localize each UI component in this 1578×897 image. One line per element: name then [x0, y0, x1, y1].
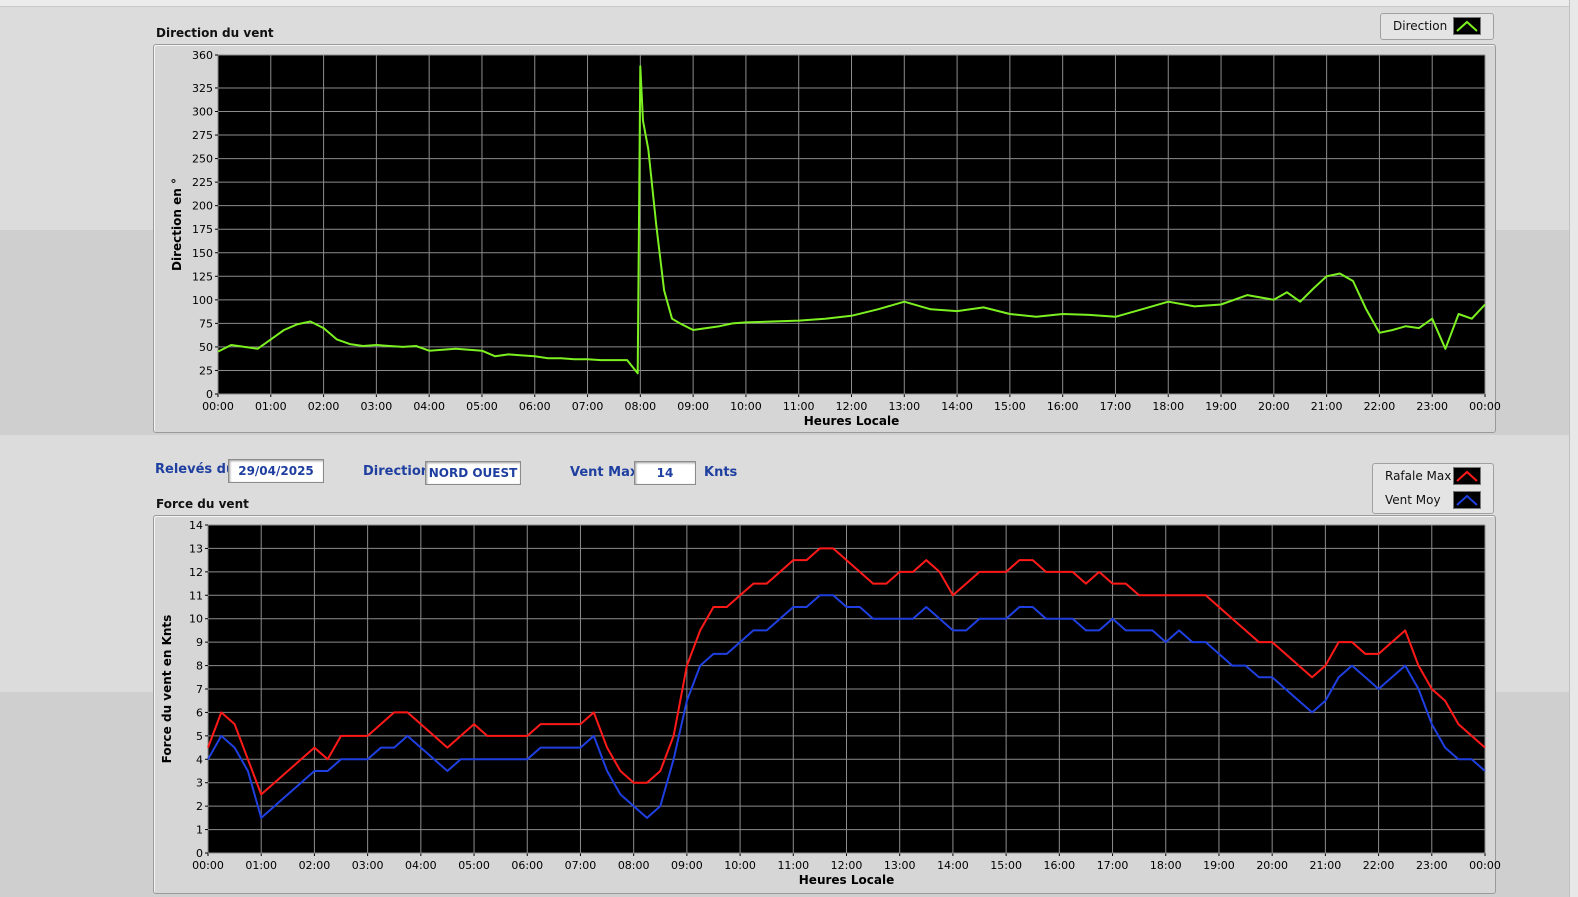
x-tick-label: 23:00: [1416, 859, 1448, 872]
x-tick-label: 13:00: [884, 859, 916, 872]
y-tick-label: 5: [196, 730, 203, 743]
x-tick-label: 08:00: [618, 859, 650, 872]
x-axis-title: Heures Locale: [799, 873, 894, 887]
y-axis-title: Force du vent en Knts: [160, 615, 174, 764]
y-tick-label: 12: [189, 566, 203, 579]
x-tick-label: 15:00: [990, 859, 1022, 872]
x-tick-label: 21:00: [1310, 859, 1342, 872]
x-tick-label: 01:00: [245, 859, 277, 872]
x-tick-label: 16:00: [1043, 859, 1075, 872]
y-tick-label: 10: [189, 613, 203, 626]
x-tick-label: 22:00: [1363, 859, 1395, 872]
x-tick-label: 19:00: [1203, 859, 1235, 872]
x-tick-label: 18:00: [1150, 859, 1182, 872]
x-tick-label: 10:00: [724, 859, 756, 872]
y-tick-label: 3: [196, 777, 203, 790]
x-tick-label: 07:00: [565, 859, 597, 872]
y-tick-label: 9: [196, 636, 203, 649]
y-tick-label: 8: [196, 660, 203, 673]
x-tick-label: 00:00: [1469, 859, 1501, 872]
y-tick-label: 11: [189, 589, 203, 602]
chart-force: 00:00 01:00 02:00 03:00 04:00 05:00 06:00 07:00…: [160, 519, 1501, 887]
y-tick-label: 4: [196, 753, 203, 766]
y-tick-label: 1: [196, 824, 203, 837]
x-tick-label: 03:00: [352, 859, 384, 872]
y-tick-label: 14: [189, 519, 203, 532]
x-tick-label: 05:00: [458, 859, 490, 872]
x-tick-label: 12:00: [831, 859, 863, 872]
x-tick-label: 00:00: [192, 859, 224, 872]
y-tick-label: 0: [196, 847, 203, 860]
x-tick-label: 09:00: [671, 859, 703, 872]
y-tick-label: 7: [196, 683, 203, 696]
x-tick-label: 06:00: [511, 859, 543, 872]
x-tick-label: 02:00: [299, 859, 331, 872]
x-tick-label: 20:00: [1256, 859, 1288, 872]
y-tick-label: 13: [189, 542, 203, 555]
x-tick-label: 11:00: [777, 859, 809, 872]
x-tick-label: 14:00: [937, 859, 969, 872]
y-tick-label: 6: [196, 706, 203, 719]
x-tick-label: 04:00: [405, 859, 437, 872]
y-tick-label: 2: [196, 800, 203, 813]
x-tick-label: 17:00: [1097, 859, 1129, 872]
